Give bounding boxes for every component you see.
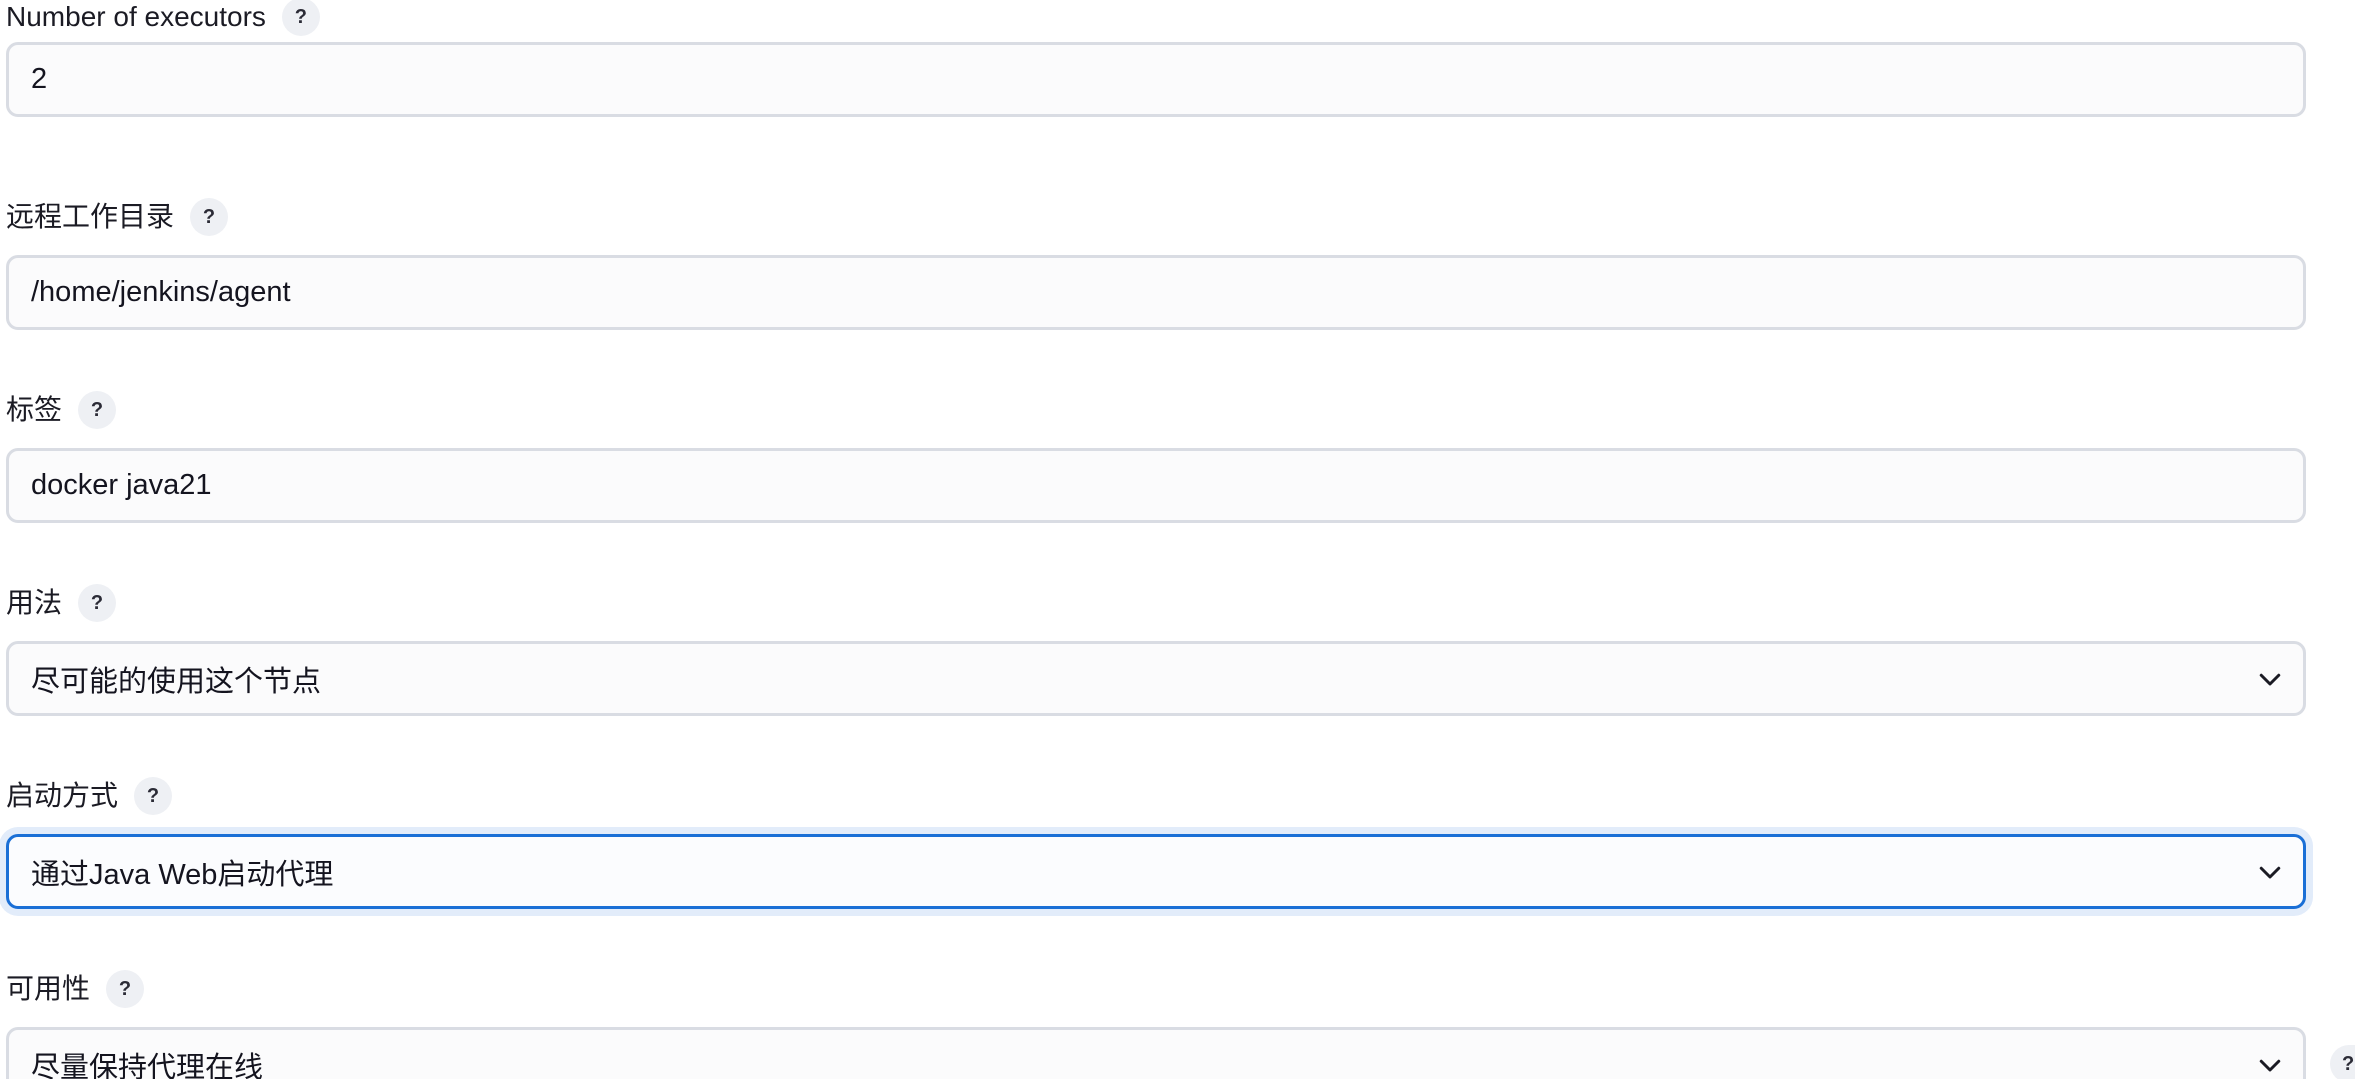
remote-dir-label: 远程工作目录 — [6, 201, 175, 232]
remote-dir-value: /home/jenkins/agent — [31, 276, 291, 308]
labels-label: 标签 — [6, 394, 63, 425]
launch-method-label-row: 启动方式 ? — [6, 776, 173, 816]
launch-method-label: 启动方式 — [6, 780, 119, 811]
labels-label-row: 标签 ? — [6, 390, 117, 430]
launch-method-select[interactable]: 通过Java Web启动代理 — [6, 834, 2306, 909]
usage-selected-value: 尽可能的使用这个节点 — [31, 665, 322, 698]
remote-dir-label-row: 远程工作目录 ? — [6, 197, 229, 237]
launch-method-help-icon[interactable]: ? — [134, 777, 173, 815]
availability-selected-value: 尽量保持代理在线 — [31, 1051, 264, 1079]
labels-help-icon[interactable]: ? — [78, 391, 117, 429]
availability-help-icon[interactable]: ? — [106, 970, 145, 1008]
chevron-down-icon — [2255, 664, 2285, 694]
launch-method-selected-value: 通过Java Web启动代理 — [31, 858, 334, 891]
chevron-down-icon — [2255, 857, 2285, 887]
executors-help-icon[interactable]: ? — [281, 0, 320, 36]
remote-dir-help-icon[interactable]: ? — [190, 198, 229, 236]
usage-label: 用法 — [6, 587, 63, 618]
usage-label-row: 用法 ? — [6, 583, 117, 623]
usage-help-icon[interactable]: ? — [78, 584, 117, 622]
availability-label-row: 可用性 ? — [6, 969, 145, 1009]
availability-label: 可用性 — [6, 973, 91, 1004]
executors-label-row: Number of executors ? — [6, 0, 320, 37]
labels-value: docker java21 — [31, 469, 212, 501]
labels-input[interactable]: docker java21 — [6, 448, 2306, 523]
availability-select[interactable]: 尽量保持代理在线 — [6, 1027, 2306, 1079]
executors-label: Number of executors — [6, 1, 266, 32]
chevron-down-icon — [2255, 1050, 2285, 1079]
executors-input[interactable]: 2 — [6, 42, 2306, 117]
availability-side-help-icon[interactable]: ? — [2330, 1045, 2355, 1079]
remote-dir-input[interactable]: /home/jenkins/agent — [6, 255, 2306, 330]
usage-select[interactable]: 尽可能的使用这个节点 — [6, 641, 2306, 716]
executors-value: 2 — [31, 63, 48, 95]
